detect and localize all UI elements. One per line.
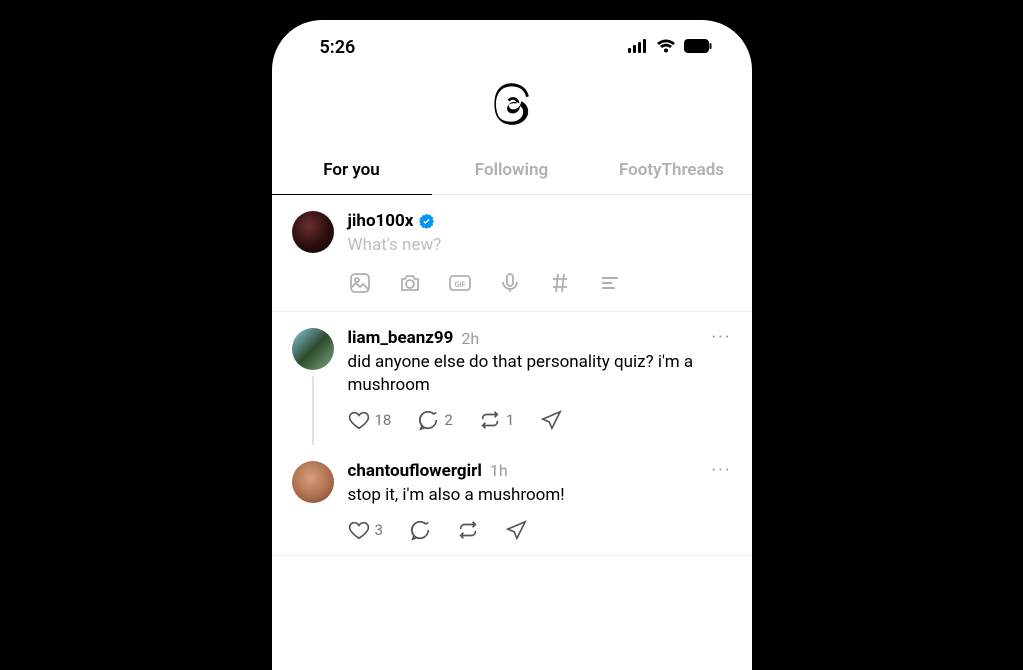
repost-button[interactable] <box>457 519 479 541</box>
svg-text:GIF: GIF <box>454 281 465 289</box>
tab-label: FootyThreads <box>619 160 724 180</box>
avatar[interactable] <box>292 461 334 503</box>
status-bar: 5:26 <box>272 20 752 74</box>
repost-count: 1 <box>506 411 514 429</box>
post-text: did anyone else do that personality quiz… <box>348 351 732 397</box>
composer-username: jiho100x <box>348 211 414 231</box>
tab-for-you[interactable]: For you <box>272 146 432 194</box>
share-button[interactable] <box>505 519 527 541</box>
post[interactable]: chantouflowergirl 1h ··· stop it, i'm al… <box>272 445 752 555</box>
camera-icon[interactable] <box>398 271 422 295</box>
threads-logo-icon[interactable] <box>493 82 531 130</box>
status-icons <box>628 37 712 58</box>
wifi-icon <box>656 37 676 58</box>
like-count: 18 <box>375 411 392 429</box>
like-button[interactable]: 18 <box>348 409 392 431</box>
composer[interactable]: jiho100x What's new? GIF <box>272 195 752 312</box>
post-time: 2h <box>461 329 479 348</box>
avatar[interactable] <box>292 328 334 370</box>
verified-badge-icon <box>418 213 435 230</box>
cellular-icon <box>628 37 648 58</box>
hashtag-icon[interactable] <box>548 271 572 295</box>
post-actions: 3 <box>348 519 732 541</box>
mic-icon[interactable] <box>498 271 522 295</box>
tab-following[interactable]: Following <box>432 146 592 194</box>
post-text: stop it, i'm also a mushroom! <box>348 484 732 507</box>
post[interactable]: liam_beanz99 2h ··· did anyone else do t… <box>272 312 752 445</box>
gif-icon[interactable]: GIF <box>448 271 472 295</box>
post-username[interactable]: liam_beanz99 <box>348 328 454 348</box>
composer-toolbar: GIF <box>348 271 732 295</box>
tab-label: Following <box>475 160 548 180</box>
tab-footythreads[interactable]: FootyThreads <box>592 146 752 194</box>
repost-button[interactable]: 1 <box>479 409 514 431</box>
battery-icon <box>684 37 712 58</box>
post-actions: 18 2 1 <box>348 409 732 431</box>
status-time: 5:26 <box>320 37 356 58</box>
post-time: 1h <box>490 461 508 480</box>
like-button[interactable]: 3 <box>348 519 383 541</box>
poll-icon[interactable] <box>598 271 622 295</box>
more-icon[interactable]: ··· <box>711 468 731 474</box>
reply-button[interactable]: 2 <box>417 409 452 431</box>
divider <box>272 555 752 556</box>
thread-line <box>312 376 314 445</box>
reply-button[interactable] <box>409 519 431 541</box>
more-icon[interactable]: ··· <box>711 335 731 341</box>
like-count: 3 <box>375 521 383 539</box>
composer-placeholder[interactable]: What's new? <box>348 235 732 255</box>
post-username[interactable]: chantouflowergirl <box>348 461 482 481</box>
feed-tabs: For you Following FootyThreads <box>272 146 752 195</box>
app-logo-row <box>272 74 752 146</box>
image-icon[interactable] <box>348 271 372 295</box>
tab-label: For you <box>323 160 380 180</box>
reply-count: 2 <box>444 411 452 429</box>
avatar[interactable] <box>292 211 334 253</box>
phone-frame: 5:26 For you Following FootyThreads j <box>272 20 752 670</box>
share-button[interactable] <box>540 409 562 431</box>
